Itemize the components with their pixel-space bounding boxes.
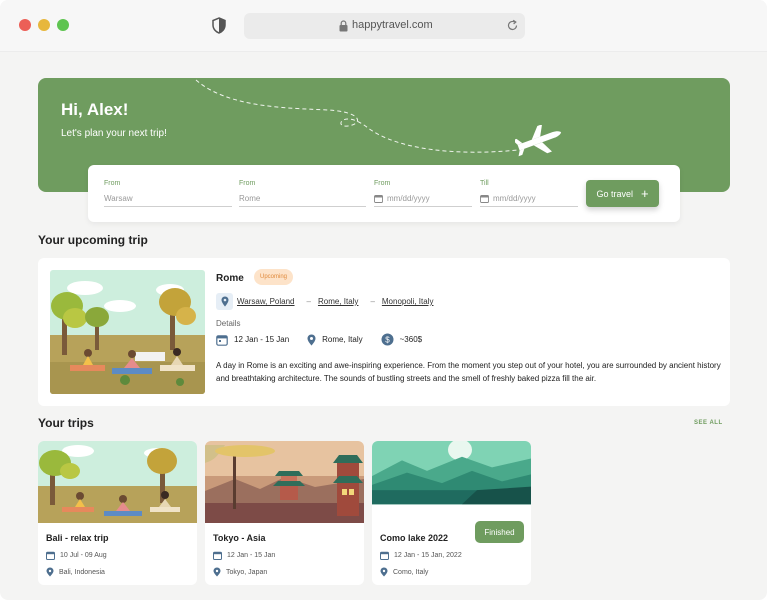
location-pin-icon	[213, 567, 221, 577]
como-lake-illustration	[372, 441, 531, 505]
upcoming-status-badge: Upcoming	[254, 269, 294, 285]
trip-card-dates-row: 12 Jan - 15 Jan, 2022	[380, 551, 462, 560]
close-window-button[interactable]	[19, 19, 31, 31]
start-date-placeholder: mm/dd/yyyy	[387, 194, 430, 203]
to-city-placeholder: Rome	[239, 194, 261, 203]
from-city-label: From	[104, 180, 121, 187]
trip-card-location-row: Bali, Indonesia	[46, 567, 105, 577]
upcoming-section-title: Your upcoming trip	[38, 233, 148, 247]
to-city-label: From	[239, 180, 256, 187]
calendar-icon	[213, 551, 222, 560]
shield-icon[interactable]	[212, 17, 226, 34]
route-stop-destination[interactable]: Rome, Italy	[318, 297, 358, 306]
trip-card-dates-row: 12 Jan - 15 Jan	[213, 551, 275, 560]
trip-card-dates: 12 Jan - 15 Jan	[227, 552, 276, 559]
trip-budget: ~360$	[399, 335, 423, 344]
location-pin-icon	[216, 293, 233, 310]
trip-description: A day in Rome is an exciting and awe-ins…	[216, 361, 721, 383]
minimize-window-button[interactable]	[38, 19, 50, 31]
yoga-park-illustration	[50, 270, 205, 394]
to-city-input[interactable]: Rome	[239, 191, 366, 207]
tokyo-trip-illustration	[205, 441, 364, 523]
greeting-subtitle: Let's plan your next trip!	[61, 128, 167, 139]
calendar-icon	[216, 334, 228, 346]
trip-details-row: 12 Jan - 15 Jan Rome, Italy $ ~360$	[216, 333, 422, 346]
upcoming-trip-card[interactable]: Rome Upcoming Warsaw, Poland – Rome, Ita…	[38, 258, 730, 406]
route-stop-origin[interactable]: Warsaw, Poland	[237, 297, 295, 306]
from-city-field[interactable]: From Warsaw	[104, 180, 232, 207]
browser-toolbar: happytravel.com	[0, 0, 767, 52]
url-text: happytravel.com	[352, 19, 433, 31]
browser-window: happytravel.com Hi, Alex! Let's plan you…	[0, 0, 767, 600]
end-date-field[interactable]: Till mm/dd/yyyy	[480, 180, 578, 207]
calendar-icon	[380, 551, 389, 560]
from-city-placeholder: Warsaw	[104, 194, 133, 203]
upcoming-trip-name: Rome	[216, 273, 244, 284]
trip-card-title: Bali - relax trip	[46, 533, 109, 543]
lock-icon	[339, 20, 348, 32]
trip-card-location-row: Tokyo, Japan	[213, 567, 267, 577]
trip-card-como[interactable]: Finished Como lake 2022 12 Jan - 15 Jan,…	[372, 441, 531, 585]
calendar-icon	[480, 195, 489, 203]
plus-icon: +	[640, 186, 649, 201]
end-date-placeholder: mm/dd/yyyy	[493, 194, 536, 203]
trip-route: Warsaw, Poland – Rome, Italy – Monopoli,…	[216, 293, 433, 310]
see-all-link[interactable]: SEE ALL	[694, 420, 723, 426]
go-travel-button[interactable]: Go travel +	[586, 180, 659, 207]
airplane-icon	[515, 125, 561, 157]
route-separator: –	[306, 297, 311, 306]
dollar-coin-icon: $	[381, 333, 394, 346]
trip-location: Rome, Italy	[322, 335, 363, 344]
trip-card-bali[interactable]: Bali - relax trip 10 Jul - 09 Aug Bali, …	[38, 441, 197, 585]
trip-card-dates-row: 10 Jul - 09 Aug	[46, 551, 107, 560]
reload-icon[interactable]	[506, 19, 519, 32]
maximize-window-button[interactable]	[57, 19, 69, 31]
go-travel-label: Go travel	[596, 188, 633, 199]
svg-text:$: $	[385, 336, 390, 345]
location-pin-icon	[307, 334, 316, 345]
from-city-input[interactable]: Warsaw	[104, 191, 232, 207]
start-date-input[interactable]: mm/dd/yyyy	[374, 191, 472, 207]
location-pin-icon	[380, 567, 388, 577]
trip-card-title: Como lake 2022	[380, 533, 449, 543]
start-date-label: From	[374, 180, 391, 187]
bali-trip-illustration	[38, 441, 197, 523]
end-date-input[interactable]: mm/dd/yyyy	[480, 191, 578, 207]
trip-card-location: Bali, Indonesia	[59, 568, 105, 576]
greeting-title: Hi, Alex!	[61, 100, 129, 119]
address-bar[interactable]: happytravel.com	[244, 13, 525, 39]
trip-card-dates: 10 Jul - 09 Aug	[60, 552, 107, 559]
trip-card-title: Tokyo - Asia	[213, 533, 266, 543]
trip-card-tokyo[interactable]: Tokyo - Asia 12 Jan - 15 Jan Tokyo, Japa…	[205, 441, 364, 585]
trip-dates: 12 Jan - 15 Jan	[234, 335, 290, 344]
calendar-icon	[374, 195, 383, 203]
trip-card-location: Como, Italy	[393, 568, 429, 576]
trip-search-panel: From Warsaw From Rome From mm/dd/yyyy Ti…	[88, 165, 680, 222]
end-date-label: Till	[480, 180, 489, 187]
trip-card-location-row: Como, Italy	[380, 567, 428, 577]
trips-section-title: Your trips	[38, 416, 94, 430]
details-label: Details	[216, 319, 241, 328]
calendar-icon	[46, 551, 55, 560]
route-separator: –	[370, 297, 375, 306]
route-stop-final[interactable]: Monopoli, Italy	[382, 297, 434, 306]
trip-card-dates: 12 Jan - 15 Jan, 2022	[394, 552, 462, 559]
location-pin-icon	[46, 567, 54, 577]
trip-card-location: Tokyo, Japan	[226, 568, 268, 576]
to-city-field[interactable]: From Rome	[239, 180, 366, 207]
trip-status-badge: Finished	[475, 521, 524, 543]
start-date-field[interactable]: From mm/dd/yyyy	[374, 180, 472, 207]
